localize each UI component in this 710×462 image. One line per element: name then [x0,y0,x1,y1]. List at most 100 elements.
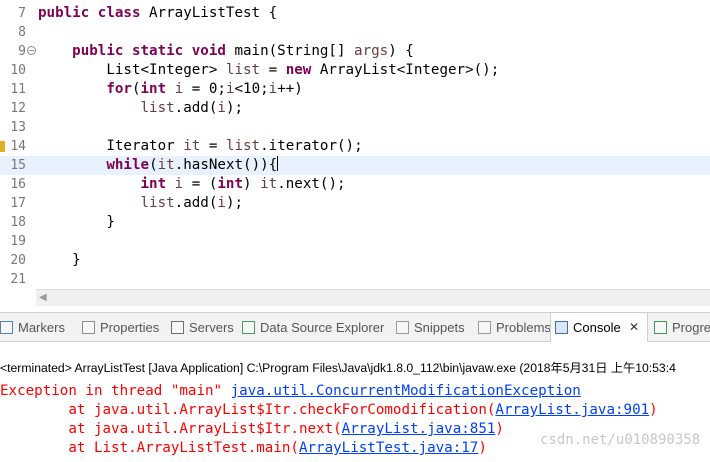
console-view[interactable]: <terminated> ArrayListTest [Java Applica… [0,342,710,462]
keyword-token: while [106,157,150,173]
code-line[interactable]: 9− public static void main(String[] args… [0,42,710,61]
variable-token: it [260,176,278,192]
code-line[interactable]: 16 int i = (int) it.next(); [0,175,710,194]
code-token: ) [649,402,658,418]
code-line[interactable]: 11 for(int i = 0;i<10;i++) [0,80,710,99]
code-token: ArrayList<Integer>(); [311,62,500,78]
code-text[interactable]: Iterator it = list.iterator(); [38,137,363,156]
horizontal-scrollbar[interactable]: ◀ [36,289,710,306]
tab-label: Data Source Explorer [260,320,385,335]
code-line[interactable]: 20 } [0,251,710,270]
line-number: 16 [10,177,26,192]
tab-servers[interactable]: Servers [167,313,249,342]
code-line[interactable]: 13 [0,118,710,137]
progress-icon [654,321,667,334]
variable-token: i [174,176,184,192]
code-text[interactable]: public static void main(String[] args) { [38,42,414,61]
keyword-token: public static void [72,43,226,59]
stack-trace-link[interactable]: ArrayListTest.java:17 [299,440,478,456]
code-token: ); [225,100,244,116]
tab-data-source-explorer[interactable]: Data Source Explorer [238,313,401,342]
code-text[interactable]: public class ArrayListTest { [38,4,277,23]
code-token: main(String[] [225,43,355,59]
close-tab-icon[interactable]: ✕ [629,313,639,342]
variable-token: i [225,81,235,97]
variable-token: i [268,81,278,97]
code-line[interactable]: 14 Iterator it = list.iterator(); [0,137,710,156]
code-token: } [38,252,81,268]
code-token: ) [243,176,261,192]
tab-progress[interactable]: Progre [650,313,710,342]
stack-trace-link[interactable]: ArrayList.java:851 [342,421,496,437]
code-line[interactable]: 21 [0,270,710,289]
code-line[interactable]: 7 public class ArrayListTest { [0,4,710,23]
code-token: Exception in thread "main" [0,383,231,399]
code-token: <10; [234,81,269,97]
code-text[interactable]: for(int i = 0;i<10;i++) [38,80,303,99]
code-line[interactable]: 18 } [0,213,710,232]
code-text[interactable]: int i = (int) it.next(); [38,175,346,194]
warning-marker-icon[interactable] [0,141,5,152]
code-token: ) [495,421,504,437]
scroll-left-icon[interactable]: ◀ [39,292,47,303]
servers-icon [171,321,184,334]
variable-token: it [157,157,175,173]
text-caret [277,156,279,171]
stack-trace-link[interactable]: java.util.ConcurrentModificationExceptio… [231,383,581,399]
code-token: = 0; [183,81,226,97]
keyword-token: new [285,62,312,78]
code-token: .iterator(); [260,138,363,154]
watermark: csdn.net/u010890358 [540,432,701,448]
bottom-panel-tab-bar: Markers Properties Servers Data Source Expl… [0,312,710,342]
code-text[interactable]: List<Integer> list = new ArrayList<Integ… [38,61,499,80]
console-terminated-status: <terminated> ArrayListTest [Java Applica… [0,361,676,375]
line-number: 17 [10,196,26,211]
code-token: ArrayListTest { [140,5,278,21]
line-number: 21 [10,272,26,287]
code-text[interactable]: while(it.hasNext()){ [38,156,279,175]
code-text[interactable]: list.add(i); [38,99,244,118]
tab-label: Properties [100,320,160,335]
code-line[interactable]: 8 [0,23,710,42]
line-number: 9 [18,44,26,59]
code-line[interactable]: 17 list.add(i); [0,194,710,213]
variable-token: list [140,195,175,211]
stack-trace-line: at List.ArrayListTest.main(ArrayListTest… [0,439,487,458]
keyword-token: int [140,81,167,97]
code-text[interactable]: } [38,213,115,232]
code-text[interactable]: } [38,251,81,270]
collapse-fold-icon[interactable]: − [27,46,36,55]
tab-snippets[interactable]: Snippets [392,313,482,342]
tab-console[interactable]: Console ✕ [550,313,648,342]
code-text[interactable]: list.add(i); [38,194,244,213]
tab-properties[interactable]: Properties [78,313,176,342]
code-token: ) [478,440,487,456]
code-token: at java.util.ArrayList$Itr.next( [0,421,342,437]
line-number: 13 [10,120,26,135]
line-number: 8 [18,25,26,40]
line-number: 18 [10,215,26,230]
stack-trace-link[interactable]: ArrayList.java:901 [495,402,649,418]
code-line[interactable]: 10 List<Integer> list = new ArrayList<In… [0,61,710,80]
code-editor[interactable]: 7 public class ArrayListTest { 8 9− public … [0,0,710,306]
keyword-token: for [106,81,132,97]
keyword-token: int [140,176,167,192]
code-token: ( [149,157,158,173]
code-line[interactable]: 19 [0,232,710,251]
code-line[interactable]: 12 list.add(i); [0,99,710,118]
code-token: Iterator [38,138,184,154]
line-number: 11 [10,82,26,97]
code-token: at List.ArrayListTest.main( [0,440,299,456]
variable-token: list [140,100,175,116]
code-token: .add( [174,195,218,211]
variable-token: it [183,138,201,154]
code-line[interactable]: 15 while(it.hasNext()){ [0,156,710,175]
variable-token: args [354,43,389,59]
tab-markers[interactable]: Markers [0,313,76,342]
keyword-token: int [217,176,244,192]
code-token: = [260,62,286,78]
